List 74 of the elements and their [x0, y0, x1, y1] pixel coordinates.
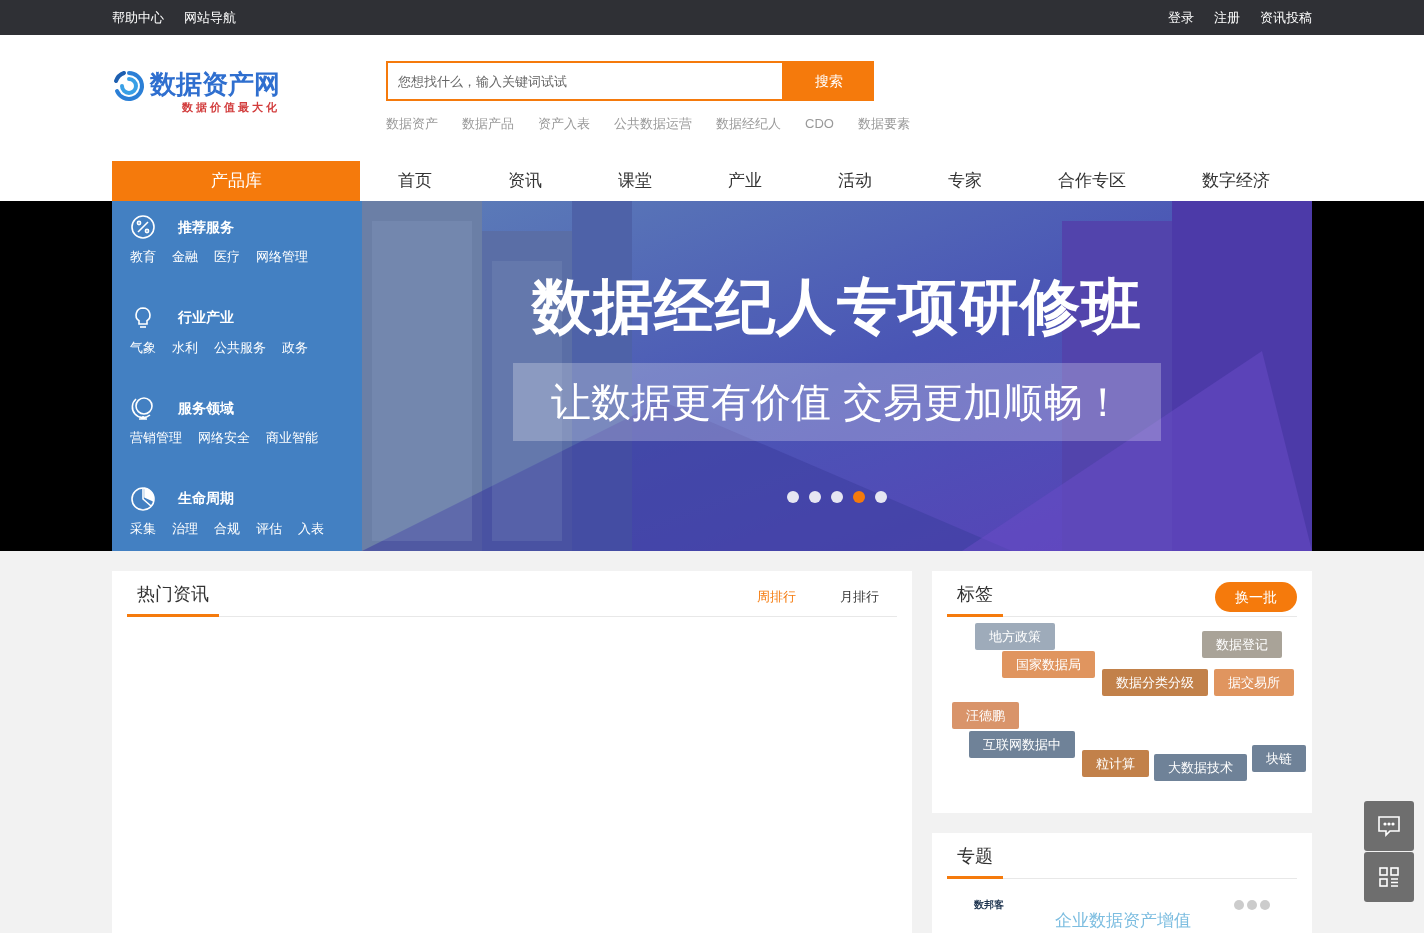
banner-title: 数据经纪人专项研修班 [532, 272, 1142, 342]
search-button[interactable]: 搜索 [784, 61, 874, 101]
tag[interactable]: 据交易所 [1214, 669, 1294, 696]
tag[interactable]: 数据分类分级 [1102, 669, 1208, 696]
nav-link[interactable]: 合作专区 [1058, 168, 1202, 194]
pie-chart-icon [130, 485, 156, 512]
hot-word-link[interactable]: 资产入表 [538, 114, 590, 134]
hot-word-link[interactable]: 数据经纪人 [716, 114, 781, 134]
nav-link[interactable]: 资讯 [508, 168, 618, 194]
brand-label: 数邦客 [974, 898, 1004, 912]
nav-link[interactable]: 专家 [948, 168, 1058, 194]
nav-link[interactable]: 活动 [838, 168, 948, 194]
category-link[interactable]: 金融 [172, 247, 198, 267]
tag[interactable]: 国家数据局 [1002, 651, 1095, 678]
globe-icon [130, 395, 156, 421]
hot-word-link[interactable]: 数据要素 [857, 114, 910, 134]
logo-text: 数据资产网 [150, 69, 280, 99]
category-title[interactable]: 服务领域 [178, 397, 234, 419]
category-link[interactable]: 水利 [172, 337, 198, 357]
chat-icon [1377, 815, 1401, 837]
banner-subtitle: 让数据更有价值 交易更加顺畅！ [513, 363, 1161, 441]
tag[interactable]: 数据登记 [1202, 631, 1282, 658]
top-link[interactable]: 资讯投稿 [1260, 7, 1312, 28]
logo-slogan: 数据价值最大化 [182, 100, 280, 115]
product-library-tab[interactable]: 产品库 [112, 161, 360, 201]
category-title[interactable]: 推荐服务 [178, 216, 234, 238]
social-icons [1233, 899, 1273, 911]
category-link[interactable]: 网络管理 [256, 247, 308, 267]
category-title[interactable]: 行业产业 [178, 307, 234, 328]
section-title: 标签 [947, 581, 1003, 617]
category-link[interactable]: 政务 [282, 337, 308, 357]
category-link[interactable]: 营销管理 [130, 428, 182, 448]
category-link[interactable]: 气象 [130, 337, 156, 357]
nav-link[interactable]: 产业 [728, 168, 838, 194]
logo-icon [112, 69, 146, 103]
category-link[interactable]: 教育 [130, 247, 156, 267]
percent-icon [130, 214, 156, 240]
category-link[interactable]: 合规 [214, 518, 240, 538]
tag[interactable]: 地方政策 [975, 623, 1055, 650]
refresh-button[interactable]: 换一批 [1215, 582, 1297, 612]
chat-button[interactable] [1364, 801, 1414, 851]
category-link[interactable]: 治理 [172, 518, 198, 538]
category-link[interactable]: 公共服务 [214, 337, 266, 357]
top-link[interactable]: 登录 [1168, 7, 1194, 28]
hot-word-link[interactable]: 数据资产 [386, 114, 438, 134]
hot-word-link[interactable]: 公共数据运营 [614, 114, 692, 134]
top-link[interactable]: 网站导航 [184, 7, 236, 28]
tag[interactable]: 互联网数据中 [969, 731, 1075, 758]
nav-link[interactable]: 首页 [398, 168, 508, 194]
category-title[interactable]: 生命周期 [178, 488, 234, 509]
qr-code-icon [1378, 866, 1400, 888]
section-title: 专题 [947, 843, 1003, 879]
top-link[interactable]: 帮助中心 [112, 7, 164, 28]
category-link[interactable]: 入表 [298, 518, 324, 538]
ranking-tab[interactable]: 月排行 [840, 586, 879, 606]
ranking-tab[interactable]: 周排行 [757, 586, 796, 606]
top-link[interactable]: 注册 [1214, 7, 1240, 28]
tag[interactable]: 块链 [1252, 745, 1306, 772]
nav-link[interactable]: 课堂 [618, 168, 728, 194]
nav-link[interactable]: 数字经济 [1202, 168, 1312, 194]
category-link[interactable]: 商业智能 [266, 428, 318, 448]
category-link[interactable]: 评估 [256, 518, 282, 538]
hot-word-link[interactable]: CDO [805, 114, 834, 134]
category-link[interactable]: 网络安全 [198, 428, 250, 448]
qr-code-button[interactable] [1364, 852, 1414, 902]
tag[interactable]: 汪德鹏 [952, 702, 1019, 729]
tag[interactable]: 大数据技术 [1154, 754, 1247, 781]
hot-word-link[interactable]: 数据产品 [462, 114, 514, 134]
tag[interactable]: 粒计算 [1082, 750, 1149, 777]
category-link[interactable]: 医疗 [214, 247, 240, 267]
section-title: 热门资讯 [127, 581, 219, 617]
search-field[interactable]: 您想找什么，输入关键词试试 [386, 61, 784, 101]
topic-title[interactable]: 企业数据资产增值 [1055, 911, 1191, 931]
category-link[interactable]: 采集 [130, 518, 156, 538]
